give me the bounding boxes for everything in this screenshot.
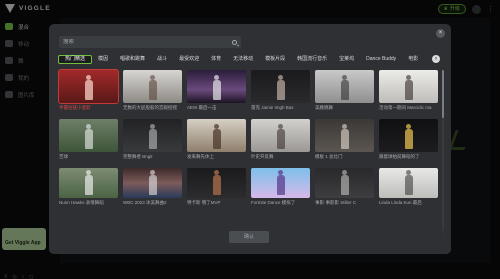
template-thumbnail[interactable] [187,119,246,152]
template-card[interactable]: Fortnite Dance 模拟了 [251,168,310,214]
template-caption: 模板 1 总比门 [315,154,343,159]
template-card[interactable]: 特卡斯 哦了MVP [187,168,246,214]
template-card[interactable]: Nunn Hawks 表情舞蹈 [59,168,118,214]
tab-8[interactable]: 韩国流行音乐 [291,55,333,64]
dancer-figure [404,170,413,195]
search-bar [59,36,241,48]
template-caption: 发来舞先体上 [187,154,214,159]
dancer-figure [84,124,93,149]
template-caption: 事影·事影影 Stiller C [315,200,357,205]
template-caption: 叶史开反舞 [251,154,274,159]
dancer-figure [276,124,285,149]
tab-4[interactable]: 最受欢迎 [173,55,205,64]
template-caption: 无数的大屁股般的宫殿招摇 [123,105,177,110]
template-card[interactable]: 手握拉链小混剪 [58,69,119,116]
dancer-figure [340,124,349,149]
dancer-figure [84,75,93,100]
tab-0[interactable]: 热门精选 [58,55,93,64]
close-icon: × [438,30,443,36]
tab-1[interactable]: 模因 [92,55,114,64]
dancer-figure [404,75,413,100]
template-thumbnail[interactable] [379,70,438,103]
template-thumbnail[interactable] [123,168,182,198]
template-thumbnail[interactable] [251,119,310,152]
confirm-button[interactable]: 确认 [229,231,269,243]
template-card[interactable]: Linda Linda Kun 最后 [379,168,438,214]
template-thumbnail[interactable] [251,168,310,198]
template-thumbnail[interactable] [187,168,246,198]
scrollbar-thumb[interactable] [442,70,444,118]
template-card[interactable]: 美腰跳舞 [315,70,374,116]
template-thumbnail[interactable] [58,69,119,104]
tab-5[interactable]: 体育 [205,55,227,64]
dancer-figure [340,75,349,100]
tab-9[interactable]: 宝莱坞 [333,55,360,64]
dancer-figure [212,170,221,195]
template-card[interactable]: 无数的大屁股般的宫殿招摇 [123,70,182,116]
template-caption: 特卡斯 哦了MVP [187,200,221,205]
template-thumbnail[interactable] [315,168,374,198]
template-caption: Fortnite Dance 模拟了 [251,200,296,205]
template-card[interactable]: WBC 2023 冰美舞曲2 [123,168,182,214]
template-thumbnail[interactable] [59,168,118,198]
template-caption: 活动第一期间 Marcidic ma [379,105,432,110]
tab-11[interactable]: 电影 [402,55,424,64]
template-caption: Nunn Hawks 表情舞蹈 [59,200,104,205]
category-tabs: 热门精选 模因 唱歌和跳舞 战斗 最受欢迎 体育 无法移动 模板片段 韩国流行音乐 宝莱坞 Danc… [58,54,443,65]
dancer-figure [340,170,349,195]
template-card[interactable]: 完整舞者 Bngit [123,119,182,165]
search-input[interactable] [63,39,232,45]
template-card[interactable]: 发来舞先体上 [187,119,246,165]
dancer-figure [212,75,221,100]
dancer-figure [84,170,93,195]
dancer-figure [212,124,221,149]
template-card[interactable]: 叶史开反舞 [251,119,310,165]
template-card[interactable]: 事影·事影影 Stiller C [315,168,374,214]
template-thumbnail[interactable] [251,70,310,103]
template-caption: WBC 2023 冰美舞曲2 [123,200,167,205]
template-grid: 手握拉链小混剪 无数的大屁股般的宫殿招摇 AEW 最后一击 雷克 Jamie Imgh… [58,69,439,214]
template-caption: 手握拉链小混剪 [59,105,91,110]
template-caption: 苦球 [59,154,68,159]
template-caption: 雷克 Jamie Imgh Bas [251,105,294,110]
template-card[interactable]: AEW 最后一击 [187,70,246,116]
dancer-figure [148,75,157,100]
dancer-figure [148,170,157,195]
template-thumbnail[interactable] [379,119,438,152]
tab-3[interactable]: 战斗 [151,55,173,64]
template-card[interactable]: 跟着球拍前舞蹈的了 [379,119,438,165]
template-thumbnail[interactable] [59,119,118,152]
template-thumbnail[interactable] [187,70,246,103]
template-thumbnail[interactable] [379,168,438,198]
dancer-figure [404,124,413,149]
template-card[interactable]: 活动第一期间 Marcidic ma [379,70,438,116]
template-card[interactable]: 雷克 Jamie Imgh Bas [251,70,310,116]
tab-7[interactable]: 模板片段 [259,55,291,64]
template-caption: AEW 最后一击 [187,105,217,110]
template-card[interactable]: 苦球 [59,119,118,165]
template-thumbnail[interactable] [123,70,182,103]
template-card[interactable]: 模板 1 总比门 [315,119,374,165]
template-caption: Linda Linda Kun 最后 [379,200,422,205]
tabs-next-button[interactable]: › [432,55,440,63]
template-thumbnail[interactable] [123,119,182,152]
template-caption: 跟着球拍前舞蹈的了 [379,154,420,159]
tab-2[interactable]: 唱歌和跳舞 [114,55,151,64]
chevron-right-icon: › [435,56,437,62]
template-caption: 完整舞者 Bngit [123,154,153,159]
dancer-figure [148,124,157,149]
template-thumbnail[interactable] [315,119,374,152]
search-icon[interactable] [232,39,237,45]
tab-6[interactable]: 无法移动 [227,55,259,64]
close-button[interactable]: × [436,29,445,38]
dancer-figure [276,75,285,100]
tab-10[interactable]: Dance Buddy [360,55,402,64]
template-caption: 美腰跳舞 [315,105,333,110]
dancer-figure [276,170,285,195]
template-picker-modal: × 热门精选模因唱歌和跳舞战斗最受欢迎体育无法移动模板片段韩国流行音乐宝莱坞Da… [49,24,451,254]
template-thumbnail[interactable] [315,70,374,103]
